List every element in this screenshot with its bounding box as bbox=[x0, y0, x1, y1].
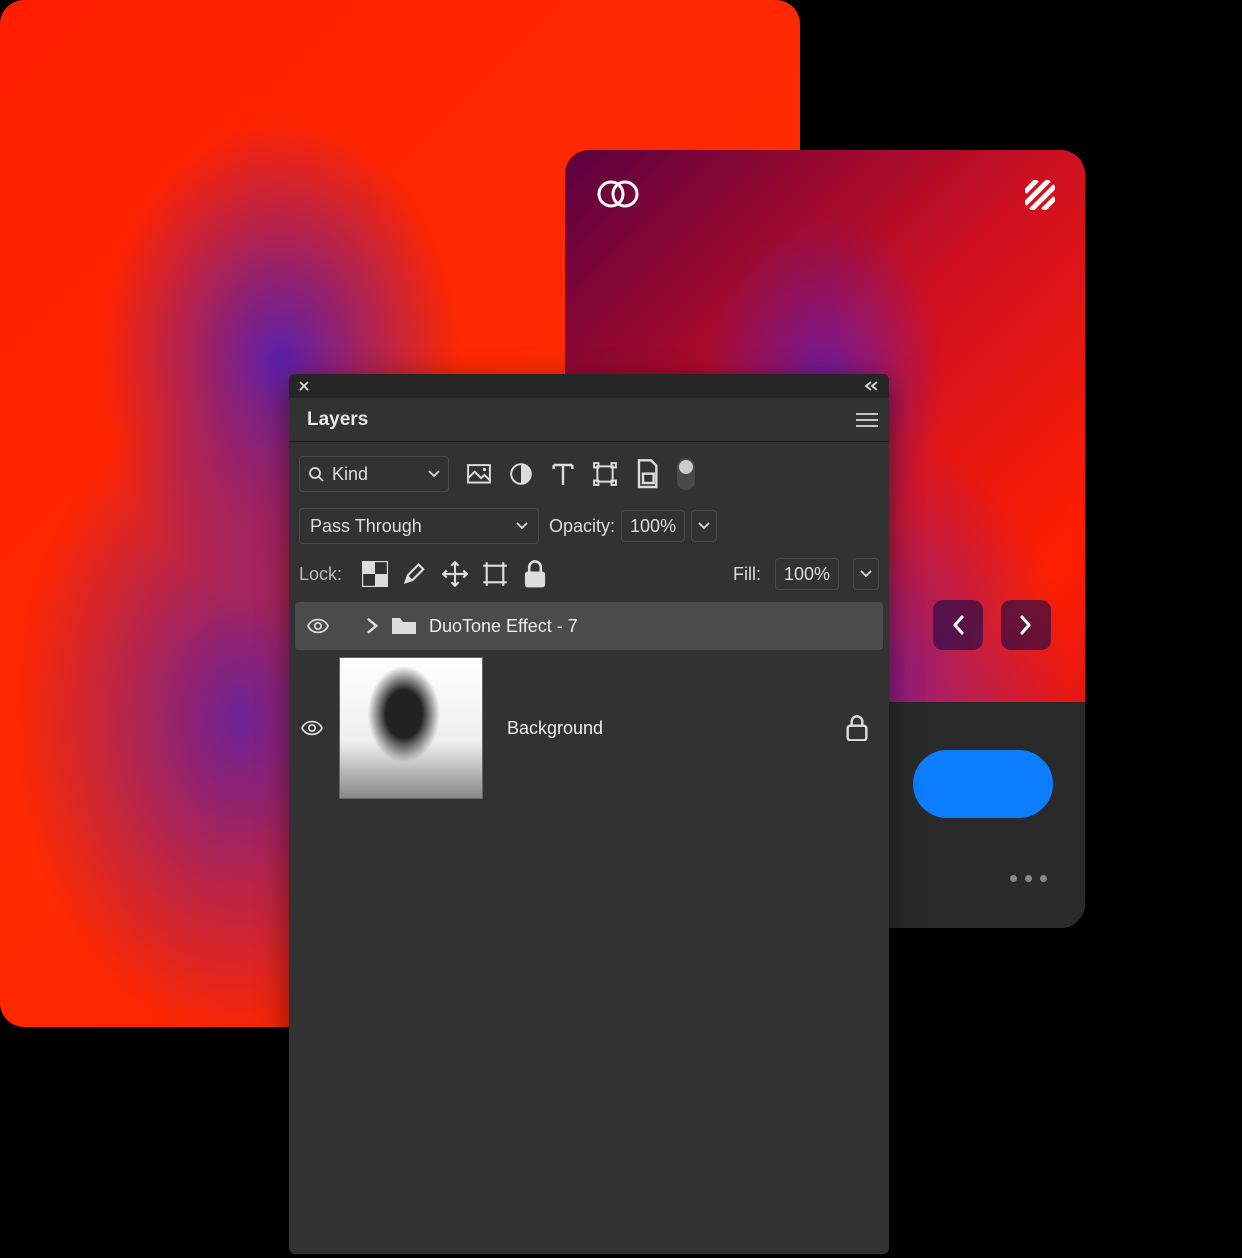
lock-position-icon[interactable] bbox=[442, 561, 468, 587]
fill-value: 100% bbox=[784, 564, 830, 585]
filter-toggle[interactable] bbox=[677, 458, 695, 490]
overlap-circles-icon[interactable] bbox=[595, 180, 641, 210]
filter-image-icon[interactable] bbox=[467, 462, 491, 486]
lock-icon bbox=[845, 716, 869, 740]
layers-panel: Layers Kind bbox=[289, 374, 889, 1254]
lock-pixels-icon[interactable] bbox=[402, 561, 428, 587]
filter-adjustment-icon[interactable] bbox=[509, 462, 533, 486]
tab-label: Layers bbox=[307, 409, 368, 431]
prev-button[interactable] bbox=[933, 600, 983, 650]
next-button[interactable] bbox=[1001, 600, 1051, 650]
visibility-toggle[interactable] bbox=[297, 720, 327, 736]
primary-action-button[interactable] bbox=[913, 750, 1053, 818]
panel-menu-icon[interactable] bbox=[845, 398, 889, 441]
visibility-toggle[interactable] bbox=[303, 618, 333, 634]
lock-transparency-icon[interactable] bbox=[362, 561, 388, 587]
fill-dropdown[interactable] bbox=[853, 558, 879, 590]
disclosure-chevron-icon[interactable] bbox=[365, 619, 379, 633]
hatch-icon[interactable] bbox=[1025, 180, 1055, 210]
collapse-panel-icon[interactable] bbox=[863, 380, 881, 392]
opacity-value: 100% bbox=[630, 516, 676, 537]
folder-icon bbox=[391, 615, 417, 637]
fill-input[interactable]: 100% bbox=[775, 558, 839, 590]
blend-mode-select[interactable]: Pass Through bbox=[299, 508, 539, 544]
layer-row-background[interactable]: Background bbox=[289, 650, 889, 806]
filter-type-icon[interactable] bbox=[551, 462, 575, 486]
tab-layers[interactable]: Layers bbox=[289, 398, 386, 441]
layer-row-group[interactable]: DuoTone Effect - 7 bbox=[295, 602, 883, 650]
layer-name: Background bbox=[507, 718, 833, 739]
opacity-label: Opacity: bbox=[549, 516, 615, 537]
layer-name: DuoTone Effect - 7 bbox=[429, 616, 578, 637]
opacity-input[interactable]: 100% bbox=[621, 510, 685, 542]
filter-smartobject-icon[interactable] bbox=[635, 462, 659, 486]
close-icon[interactable] bbox=[297, 379, 311, 393]
blend-mode-value: Pass Through bbox=[310, 516, 422, 537]
fill-label: Fill: bbox=[733, 564, 761, 585]
panel-titlebar bbox=[289, 374, 889, 398]
lock-label: Lock: bbox=[299, 564, 342, 585]
more-icon[interactable] bbox=[1010, 875, 1047, 882]
kind-label: Kind bbox=[332, 464, 420, 485]
opacity-dropdown[interactable] bbox=[691, 510, 717, 542]
lock-artboard-icon[interactable] bbox=[482, 561, 508, 587]
layer-list: DuoTone Effect - 7 Background bbox=[289, 602, 889, 806]
layer-thumbnail bbox=[339, 657, 483, 799]
filter-kind-select[interactable]: Kind bbox=[299, 456, 449, 492]
lock-all-icon[interactable] bbox=[522, 561, 548, 587]
filter-shape-icon[interactable] bbox=[593, 462, 617, 486]
